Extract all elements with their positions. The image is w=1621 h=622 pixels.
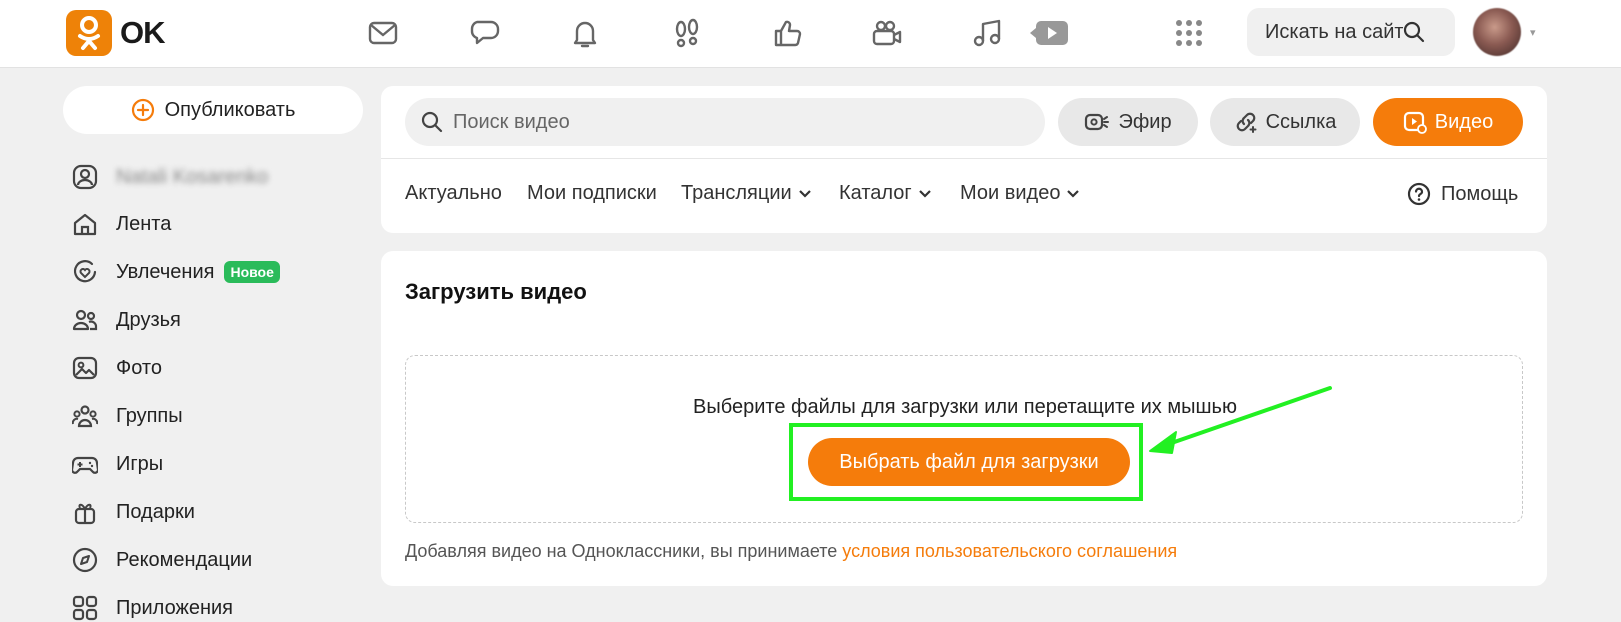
highlight-box (789, 423, 1143, 501)
user-avatar[interactable] (1473, 8, 1521, 56)
sidebar-item-label: Друзья (116, 308, 181, 331)
tab-help[interactable]: Помощь (1407, 182, 1518, 206)
apps-grid-icon[interactable] (1168, 12, 1210, 54)
plus-circle-icon (131, 98, 154, 122)
tab-label: Мои видео (960, 182, 1061, 204)
chevron-down-icon (1067, 189, 1080, 198)
help-icon (1407, 182, 1431, 206)
tab-actual[interactable]: Актуально (405, 182, 502, 205)
top-header: OK ▾ (0, 0, 1621, 68)
ok-logo[interactable]: OK (66, 10, 165, 56)
live-camera-icon (1085, 113, 1110, 131)
tab-my-videos[interactable]: Мои видео (960, 182, 1080, 205)
sidebar-item-profile[interactable]: Natali Kosarenko (70, 159, 268, 195)
tab-streams[interactable]: Трансляции (681, 182, 812, 205)
terms-link[interactable]: условия пользовательского соглашения (842, 541, 1177, 561)
tab-label: Мои подписки (527, 182, 657, 204)
sidebar-item-gifts[interactable]: Подарки (70, 494, 195, 530)
sidebar-item-label: Приложения (116, 596, 234, 619)
guests-icon[interactable] (666, 12, 708, 54)
link-button[interactable]: Ссылка (1210, 98, 1360, 146)
search-icon (421, 111, 443, 133)
sidebar-item-recommendations[interactable]: Рекомендации (70, 542, 252, 578)
site-search-input[interactable] (1265, 20, 1403, 44)
tab-label: Актуально (405, 182, 502, 204)
sidebar-item-feed[interactable]: Лента (70, 206, 171, 242)
sidebar-item-apps[interactable]: Приложения (70, 590, 233, 622)
link-label: Ссылка (1265, 110, 1337, 133)
upload-video-button[interactable]: Видео (1373, 98, 1523, 146)
chevron-down-icon (798, 189, 811, 198)
video-search-input[interactable] (453, 110, 1013, 134)
sidebar-item-games[interactable]: Игры (70, 446, 163, 482)
gift-icon (70, 497, 100, 527)
upload-title: Загрузить видео (405, 279, 587, 304)
sidebar-item-groups[interactable]: Группы (70, 398, 183, 434)
link-icon (1236, 112, 1257, 133)
discussions-icon[interactable] (464, 12, 506, 54)
sidebar-item-label: Игры (116, 452, 164, 475)
video-search (405, 98, 1045, 146)
sidebar-item-label: Лента (116, 212, 172, 235)
hobbies-icon (70, 257, 100, 287)
publish-label: Опубликовать (164, 98, 296, 121)
chevron-down-icon[interactable]: ▾ (1530, 26, 1542, 39)
tab-label: Помощь (1441, 182, 1519, 205)
new-badge: Новое (224, 261, 280, 283)
photo-icon (70, 353, 100, 383)
music-icon[interactable] (966, 12, 1008, 54)
video-camera-icon[interactable] (866, 12, 908, 54)
upload-card: Загрузить видео Выберите файлы для загру… (381, 251, 1547, 586)
apps-icon (70, 593, 100, 622)
tab-label: Трансляции (681, 182, 792, 204)
chevron-down-icon (918, 189, 931, 198)
live-label: Эфир (1118, 110, 1172, 133)
messages-icon[interactable] (362, 12, 404, 54)
sidebar-item-label: Подарки (116, 500, 195, 523)
sidebar-item-friends[interactable]: Друзья (70, 302, 181, 338)
profile-icon (70, 162, 100, 192)
sidebar-item-label: Фото (116, 356, 162, 379)
sidebar-item-label: Увлечения (116, 260, 215, 283)
site-search (1247, 8, 1455, 56)
search-icon[interactable] (1403, 21, 1425, 43)
drop-instructions: Выберите файлы для загрузки или перетащи… (693, 396, 1237, 418)
compass-icon (70, 545, 100, 575)
ok-logo-icon (66, 10, 112, 56)
divider (381, 158, 1547, 159)
profile-name: Natali Kosarenko (116, 165, 269, 188)
friends-icon (70, 305, 100, 335)
video-add-icon (1403, 111, 1427, 134)
terms-prefix: Добавляя видео на Одноклассники, вы прин… (405, 541, 843, 561)
video-play-icon[interactable] (1026, 12, 1074, 54)
tab-label: Каталог (839, 182, 912, 204)
games-icon (70, 449, 100, 479)
video-label: Видео (1434, 110, 1494, 133)
sidebar-item-photo[interactable]: Фото (70, 350, 162, 386)
likes-icon[interactable] (766, 12, 808, 54)
sidebar-item-hobbies[interactable]: Увлечения Новое (70, 254, 280, 290)
tab-subscriptions[interactable]: Мои подписки (527, 182, 657, 205)
publish-button[interactable]: Опубликовать (63, 86, 363, 134)
live-button[interactable]: Эфир (1058, 98, 1198, 146)
sidebar-item-label: Группы (116, 404, 183, 427)
notifications-icon[interactable] (564, 12, 606, 54)
logo-text: OK (120, 15, 165, 50)
tab-catalog[interactable]: Каталог (839, 182, 932, 205)
home-icon (70, 209, 100, 239)
video-header-card: Эфир Ссылка Видео Актуально Мои подписки… (381, 86, 1547, 233)
groups-icon (70, 401, 100, 431)
sidebar-item-label: Рекомендации (116, 548, 253, 571)
terms-notice: Добавляя видео на Одноклассники, вы прин… (405, 541, 1177, 562)
